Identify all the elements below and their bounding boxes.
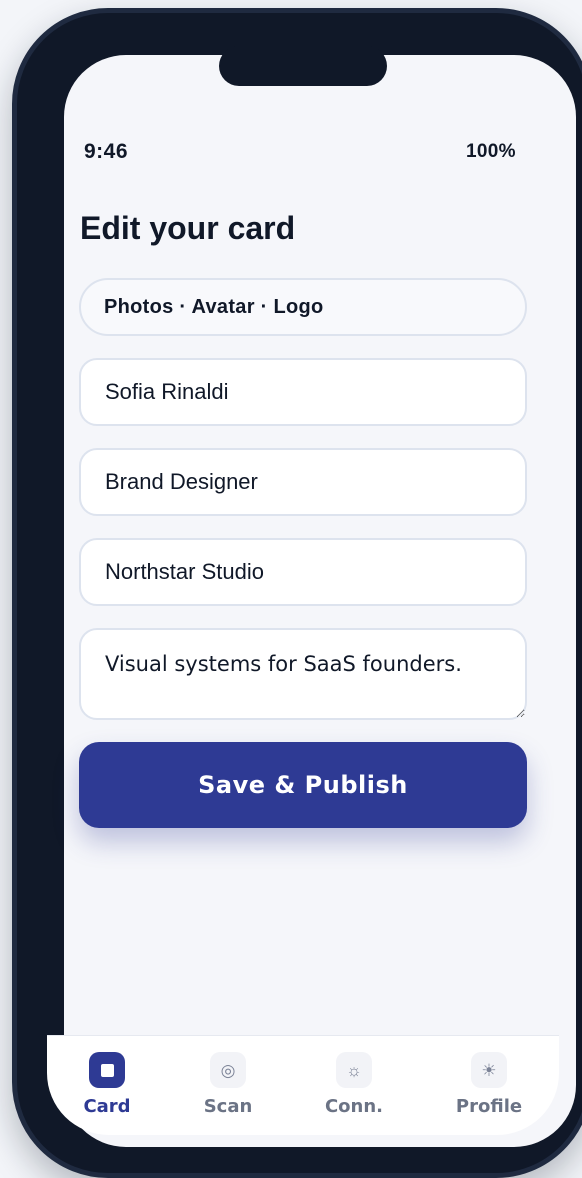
profile-icon: ☀: [471, 1052, 507, 1088]
tab-connections[interactable]: ☼ Conn.: [304, 1036, 404, 1135]
card-icon: [89, 1052, 125, 1088]
role-field[interactable]: [79, 448, 527, 516]
save-publish-button[interactable]: Save & Publish: [79, 742, 527, 828]
tab-card-label: Card: [83, 1096, 131, 1117]
tab-scan[interactable]: ◎ Scan: [178, 1036, 278, 1135]
tab-profile-label: Profile: [455, 1096, 523, 1117]
company-field[interactable]: [79, 538, 527, 606]
tab-card[interactable]: Card: [57, 1036, 157, 1135]
bio-field[interactable]: Visual systems for SaaS founders.: [79, 628, 527, 720]
tab-profile[interactable]: ☀ Profile: [439, 1036, 539, 1135]
tab-scan-label: Scan: [203, 1096, 253, 1117]
dynamic-island: [219, 46, 387, 86]
status-battery: 100%: [466, 141, 516, 162]
tab-connections-label: Conn.: [324, 1096, 384, 1117]
scan-icon: ◎: [210, 1052, 246, 1088]
name-field[interactable]: [79, 358, 527, 426]
connections-icon: ☼: [336, 1052, 372, 1088]
page-title: Edit your card: [80, 210, 296, 246]
status-time: 9:46: [84, 140, 129, 163]
card-icon-square: [100, 1063, 114, 1077]
media-selector-pill[interactable]: Photos · Avatar · Logo: [79, 278, 527, 336]
bottom-tab-bar: Card ◎ Scan ☼ Conn. ☀ Profile: [47, 1035, 559, 1135]
